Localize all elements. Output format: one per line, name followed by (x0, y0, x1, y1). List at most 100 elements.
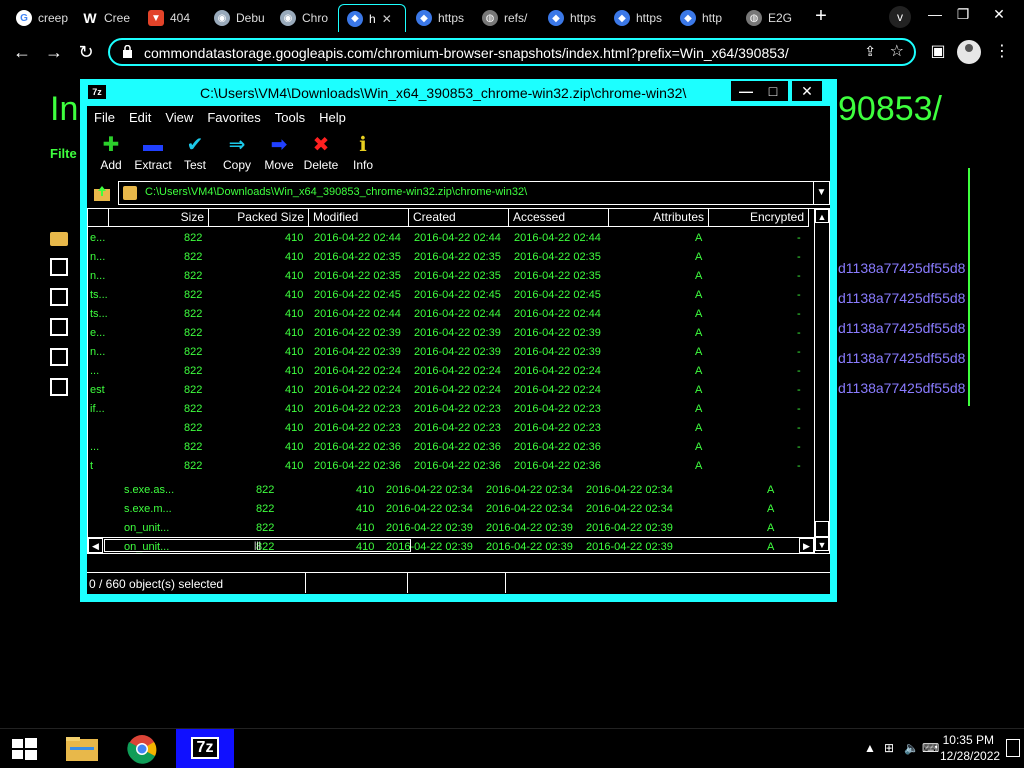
side-panel-icon[interactable]: ▣ (926, 40, 950, 64)
back-button[interactable]: ← (10, 40, 34, 64)
table-row[interactable]: 822 410 2016-04-22 02:23 2016-04-22 02:23 20… (88, 419, 816, 438)
table-row[interactable]: n... 822 410 2016-04-22 02:39 2016-04-22 02:… (88, 343, 816, 362)
file-explorer-button[interactable] (58, 729, 106, 768)
hash-link[interactable]: d1138a77425df55d8 (838, 260, 965, 276)
7zip-close-button[interactable]: ✕ (792, 81, 822, 101)
column-attributes[interactable]: Attributes (609, 209, 709, 227)
table-row[interactable]: ... 822 410 2016-04-22 02:24 2016-04-22 02:2… (88, 362, 816, 381)
7zip-minimize-button[interactable]: — (731, 81, 761, 101)
tool-move-button[interactable]: ➡ Move (257, 132, 301, 178)
7zip-path-field[interactable]: C:\Users\VM4\Downloads\Win_x64_390853_ch… (118, 181, 830, 205)
column-modified[interactable]: Modified (309, 209, 409, 227)
vertical-scrollbar[interactable]: ▲ ▼ (814, 209, 829, 553)
tab-1[interactable]: W Cree (74, 4, 138, 32)
tool-info-button[interactable]: ℹ Info (341, 132, 385, 178)
7zip-maximize-button[interactable]: □ (758, 81, 788, 101)
tab-6[interactable]: ◆ https (408, 4, 472, 32)
profile-avatar-icon[interactable] (957, 40, 981, 64)
cell-encrypted: - (797, 251, 801, 263)
column-accessed[interactable]: Accessed (509, 209, 609, 227)
clock[interactable]: 10:35 PM 12/28/2022 (940, 732, 1000, 764)
hash-link[interactable]: d1138a77425df55d8 (838, 290, 965, 306)
tool-test-button[interactable]: ✔ Test (173, 132, 217, 178)
notification-icon[interactable] (1006, 739, 1020, 757)
menu-help[interactable]: Help (312, 108, 353, 128)
horizontal-scroll-thumb[interactable]: ||| (104, 539, 411, 552)
tab-10[interactable]: ◆ http (672, 4, 736, 32)
chrome-taskbar-button[interactable] (118, 729, 166, 768)
scroll-right-icon[interactable]: ▶ (799, 538, 814, 553)
7zip-titlebar[interactable]: 7z C:\Users\VM4\Downloads\Win_x64_390853… (80, 79, 837, 106)
folder-icon (123, 186, 137, 200)
menu-tools[interactable]: Tools (268, 108, 312, 128)
tab-7[interactable]: ◍ refs/ (474, 4, 538, 32)
table-row[interactable]: ... 822 410 2016-04-22 02:36 2016-04-22 02:3… (88, 438, 816, 457)
menu-file[interactable]: File (87, 108, 122, 128)
tool-delete-button[interactable]: ✖ Delete (299, 132, 343, 178)
tab-8[interactable]: ◆ https (540, 4, 604, 32)
tool-extract-button[interactable]: ▬ Extract (131, 132, 175, 178)
folder-up-icon[interactable] (93, 184, 111, 202)
column-created[interactable]: Created (409, 209, 509, 227)
new-tab-button[interactable]: + (810, 6, 832, 28)
show-hidden-icons-icon[interactable]: ▲ (864, 741, 876, 755)
address-bar[interactable]: commondatastorage.googleapis.com/chromiu… (108, 38, 916, 66)
tab-search-button[interactable]: v (889, 6, 911, 28)
column-packed-size[interactable]: Packed Size (209, 209, 309, 227)
table-row[interactable]: est 822 410 2016-04-22 02:24 2016-04-22 02:2… (88, 381, 816, 400)
menu-view[interactable]: View (158, 108, 200, 128)
windows-taskbar: 7z ▲ ⊞ 🔈 ⌨ 10:35 PM 12/28/2022 (0, 728, 1024, 768)
table-row[interactable]: ts... 822 410 2016-04-22 02:44 2016-04-22 02… (88, 305, 816, 324)
scroll-thumb[interactable] (815, 521, 829, 537)
hash-link[interactable]: d1138a77425df55d8 (838, 380, 965, 396)
volume-icon[interactable]: 🔈 (904, 741, 919, 755)
cell-attributes: A (695, 251, 703, 263)
tab-9[interactable]: ◆ https (606, 4, 670, 32)
menu-edit[interactable]: Edit (122, 108, 158, 128)
minimize-button[interactable]: — (920, 4, 950, 24)
keyboard-icon[interactable]: ⌨ (922, 741, 939, 755)
hash-link[interactable]: d1138a77425df55d8 (838, 350, 965, 366)
cell-size: 822 (184, 270, 203, 282)
maximize-button[interactable]: ❐ (948, 4, 978, 24)
scroll-left-icon[interactable]: ◀ (88, 538, 103, 553)
start-button[interactable] (0, 729, 48, 768)
column-name[interactable] (88, 209, 109, 227)
table-row[interactable]: s.exe.m... 822 410 2016-04-22 02:34 2016-04-… (88, 500, 816, 519)
7zip-taskbar-button[interactable]: 7z (176, 729, 234, 768)
forward-button[interactable]: → (42, 40, 66, 64)
tab-0[interactable]: G creep (8, 4, 72, 32)
share-icon[interactable]: ⇪ (864, 43, 876, 60)
7zip-file-list[interactable]: Size Packed Size Modified Created Access… (87, 208, 830, 554)
menu-kebab-icon[interactable]: ⋮ (990, 40, 1014, 64)
bookmark-star-icon[interactable]: ☆ (890, 41, 904, 61)
hash-link[interactable]: d1138a77425df55d8 (838, 320, 965, 336)
table-row[interactable]: n... 822 410 2016-04-22 02:35 2016-04-22 02:… (88, 267, 816, 286)
chevron-down-icon[interactable]: ▼ (813, 182, 829, 204)
tab-11[interactable]: ◍ E2G (738, 4, 802, 32)
network-icon[interactable]: ⊞ (884, 741, 894, 755)
table-row[interactable]: t 822 410 2016-04-22 02:36 2016-04-22 02:36 2… (88, 457, 816, 476)
table-row[interactable]: e... 822 410 2016-04-22 02:44 2016-04-22 02:… (88, 229, 816, 248)
table-row[interactable]: if... 822 410 2016-04-22 02:23 2016-04-22 02… (88, 400, 816, 419)
tool-copy-button[interactable]: ⇒ Copy (215, 132, 259, 178)
reload-button[interactable]: ↻ (74, 40, 98, 64)
table-row[interactable]: s.exe.as... 822 410 2016-04-22 02:34 2016-04… (88, 481, 816, 500)
table-row[interactable]: on_unit... 822 410 2016-04-22 02:39 2016-04-… (88, 519, 816, 538)
table-row[interactable]: e... 822 410 2016-04-22 02:39 2016-04-22 02:… (88, 324, 816, 343)
tab-5-active[interactable]: ◆ h ✕ (338, 4, 406, 32)
tab-4[interactable]: ◉ Chro (272, 4, 336, 32)
table-row[interactable]: n... 822 410 2016-04-22 02:35 2016-04-22 02:… (88, 248, 816, 267)
tab-2[interactable]: ▼ 404 (140, 4, 204, 32)
column-encrypted[interactable]: Encrypted (709, 209, 809, 227)
tool-add-button[interactable]: ✚ Add (89, 132, 133, 178)
table-row[interactable]: ts... 822 410 2016-04-22 02:45 2016-04-22 02… (88, 286, 816, 305)
horizontal-scrollbar[interactable]: ◀ ||| ▶ (88, 537, 816, 553)
menu-favorites[interactable]: Favorites (200, 108, 267, 128)
close-window-button[interactable]: ✕ (984, 4, 1014, 24)
column-size[interactable]: Size (109, 209, 209, 227)
scroll-down-icon[interactable]: ▼ (815, 537, 829, 551)
scroll-up-icon[interactable]: ▲ (815, 209, 829, 223)
tab-3[interactable]: ◉ Debu (206, 4, 270, 32)
close-tab-icon[interactable]: ✕ (382, 12, 392, 26)
